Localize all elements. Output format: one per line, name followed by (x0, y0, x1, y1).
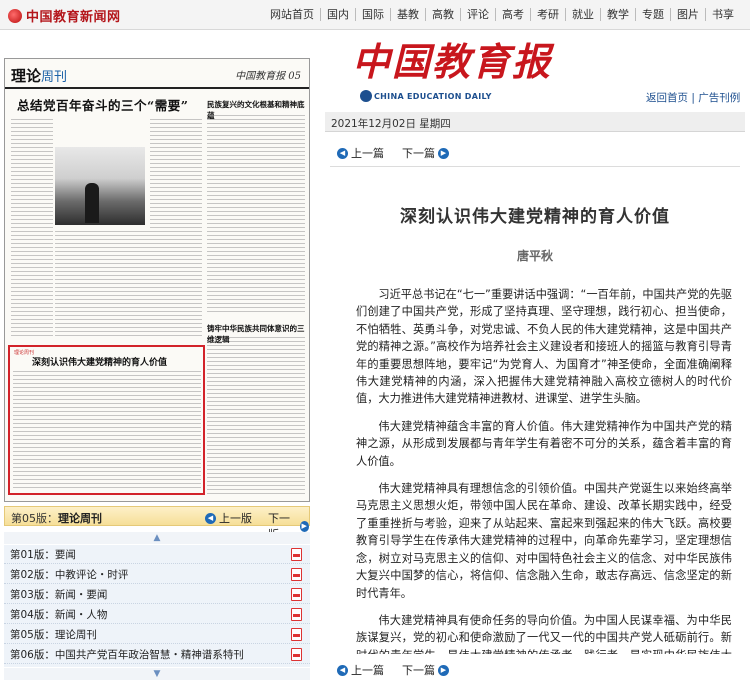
nav-item-international[interactable]: 国际 (355, 8, 390, 21)
thumbnail-selected-title: 深刻认识伟大建党精神的育人价值 (32, 358, 168, 368)
thumbnail-text-column (207, 115, 305, 315)
arrow-left-icon: ◀ (337, 147, 348, 159)
current-page-label: 第05版：理论周刊 (11, 510, 102, 526)
nav-item-home[interactable]: 网站首页 (264, 8, 320, 21)
arrow-right-icon: ▶ (438, 147, 449, 159)
home-link[interactable]: 返回首页 (646, 92, 688, 104)
current-page-number: 第05版： (11, 512, 58, 525)
masthead-english-title: CHINA EDUCATION DAILY (374, 92, 492, 101)
next-article-label: 下一篇 (402, 147, 435, 160)
pdf-icon[interactable] (291, 548, 302, 561)
pdf-icon[interactable] (291, 588, 302, 601)
article-title: 深刻认识伟大建党精神的育人价值 (400, 207, 670, 227)
chevron-down-icon: ▼ (153, 669, 161, 679)
thumbnail-headline[interactable]: 总结党百年奋斗的三个“需要” (17, 95, 188, 114)
masthead-title: 中国教育报 (352, 39, 553, 84)
page-list-scroll-down[interactable]: ▼ (4, 668, 310, 680)
nav-item-teaching[interactable]: 教学 (600, 8, 635, 21)
logo-icon (8, 8, 22, 23)
nav-item-domestic[interactable]: 国内 (320, 8, 355, 21)
pdf-icon[interactable] (291, 608, 302, 621)
issue-date: 2021年12月02日 星期四 (331, 118, 451, 130)
top-links: 返回首页 | 广告刊例 (646, 90, 740, 105)
article-body: 习近平总书记在“七一”重要讲话中强调：“一百年前，中国共产党的先驱们创建了中国共… (330, 286, 740, 654)
current-page-name: 理论周刊 (58, 512, 102, 525)
arrow-left-icon: ◀ (337, 664, 348, 676)
prev-page-button[interactable]: ◀ 上一版 (205, 510, 252, 526)
article-nav-top: ◀ 上一篇 下一篇 ▶ (337, 145, 449, 161)
thumbnail-text-column (11, 119, 53, 339)
article-paragraph: 伟大建党精神蕴含丰富的育人价值。伟大建党精神作为中国共产党的精神之源，从形成到发… (356, 419, 732, 468)
thumbnail-text-column (55, 231, 202, 339)
page-list-item[interactable]: 第03版：新闻・要闻 (4, 585, 310, 604)
page-list-scroll-up[interactable]: ▲ (4, 532, 310, 544)
nav-item-basic-education[interactable]: 基教 (390, 8, 425, 21)
site-logo[interactable]: 中国教育新闻网 (8, 6, 121, 25)
thumbnail-selected-tag: 理论周刊 (14, 350, 35, 356)
nav-item-commentary[interactable]: 评论 (460, 8, 495, 21)
prev-article-label: 上一篇 (351, 664, 384, 677)
thumbnail-column-main: 理论 (11, 67, 42, 85)
page-bar: 第05版：理论周刊 ◀上一版 下一版▶ (4, 506, 310, 541)
thumbnail-photo (55, 147, 145, 225)
nav-item-topics[interactable]: 专题 (635, 8, 670, 21)
page-list-label: 第03版：新闻・要闻 (10, 588, 108, 601)
thumbnail-text-column (207, 337, 305, 497)
link-separator: | (688, 92, 699, 104)
site-logo-text: 中国教育新闻网 (26, 10, 121, 25)
thumbnail-side-headline-2[interactable]: 铸牢中华民族共同体意识的三维逻辑 (207, 323, 309, 345)
nav-item-kaoyan[interactable]: 考研 (530, 8, 565, 21)
pdf-icon[interactable] (291, 568, 302, 581)
nav-item-gaokao[interactable]: 高考 (495, 8, 530, 21)
nav-item-pictures[interactable]: 图片 (670, 8, 705, 21)
article-paragraph: 伟大建党精神具有使命任务的导向价值。为中国人民谋幸福、为中华民族谋复兴，党的初心… (356, 613, 732, 654)
prev-article-label: 上一篇 (351, 147, 384, 160)
page-list-item[interactable]: 第06版：中国共产党百年政治智慧・精神谱系特刊 (4, 645, 310, 664)
pdf-icon[interactable] (291, 628, 302, 641)
pdf-icon[interactable] (291, 648, 302, 661)
page-list-label: 第02版：中教评论・时评 (10, 568, 129, 581)
divider (330, 166, 740, 167)
next-article-button[interactable]: 下一篇 ▶ (402, 662, 449, 678)
date-bar: 2021年12月02日 星期四 (325, 112, 745, 132)
page-thumbnail[interactable]: 理论周刊 中国教育报 05 总结党百年奋斗的三个“需要” 民族复兴的文化根基和精… (4, 58, 310, 502)
nav-item-book-share[interactable]: 书享 (705, 8, 740, 21)
page-list-label: 第04版：新闻・人物 (10, 608, 108, 621)
page-list-label: 第06版：中国共产党百年政治智慧・精神谱系特刊 (10, 648, 244, 661)
prev-page-label: 上一版 (219, 512, 252, 525)
newspaper-masthead: 中国教育报 CHINA EDUCATION DAILY (352, 39, 553, 102)
page-list-item[interactable]: 第05版：理论周刊 (4, 625, 310, 644)
masthead-emblem-icon (360, 90, 372, 102)
article-nav-bottom: ◀ 上一篇 下一篇 ▶ (337, 662, 449, 678)
thumbnail-selected-article[interactable]: 理论周刊 深刻认识伟大建党精神的育人价值 (8, 345, 205, 495)
prev-article-button[interactable]: ◀ 上一篇 (337, 145, 384, 161)
article-paragraph: 习近平总书记在“七一”重要讲话中强调：“一百年前，中国共产党的先驱们创建了中国共… (356, 288, 732, 406)
thumbnail-paper-name: 中国教育报 05 (235, 71, 301, 82)
arrow-left-icon: ◀ (205, 512, 216, 524)
article-author: 唐平秋 (516, 249, 553, 263)
ads-link[interactable]: 广告刊例 (698, 92, 740, 104)
page-list-item[interactable]: 第02版：中教评论・时评 (4, 565, 310, 584)
prev-article-button[interactable]: ◀ 上一篇 (337, 662, 384, 678)
page-list-label: 第01版：要闻 (10, 548, 76, 561)
main-nav: 网站首页 国内 国际 基教 高教 评论 高考 考研 就业 教学 专题 图片 书享 (264, 8, 740, 21)
thumbnail-header-band: 理论周刊 中国教育报 05 (5, 59, 309, 89)
thumbnail-text-column (150, 119, 202, 229)
nav-item-higher-education[interactable]: 高教 (425, 8, 460, 21)
page-list-item[interactable]: 第04版：新闻・人物 (4, 605, 310, 624)
next-article-button[interactable]: 下一篇 ▶ (402, 145, 449, 161)
next-article-label: 下一篇 (402, 664, 435, 677)
arrow-right-icon: ▶ (299, 520, 309, 532)
thumbnail-column-name: 理论周刊 (11, 65, 67, 86)
arrow-right-icon: ▶ (438, 664, 449, 676)
top-navigation-bar: 中国教育新闻网 网站首页 国内 国际 基教 高教 评论 高考 考研 就业 教学 … (0, 0, 750, 30)
page-list-label: 第05版：理论周刊 (10, 628, 97, 641)
nav-item-employment[interactable]: 就业 (565, 8, 600, 21)
page-list: 第01版：要闻 第02版：中教评论・时评 第03版：新闻・要闻 第04版：新闻・… (4, 545, 310, 667)
article-content: 深刻认识伟大建党精神的育人价值 唐平秋 习近平总书记在“七一”重要讲话中强调：“… (330, 176, 740, 654)
thumbnail-column-suffix: 周刊 (41, 70, 68, 85)
chevron-up-icon: ▲ (153, 533, 161, 543)
article-paragraph: 伟大建党精神具有理想信念的引领价值。中国共产党诞生以来始终高举马克思主义思想火炬… (356, 482, 732, 600)
page-list-item[interactable]: 第01版：要闻 (4, 545, 310, 564)
